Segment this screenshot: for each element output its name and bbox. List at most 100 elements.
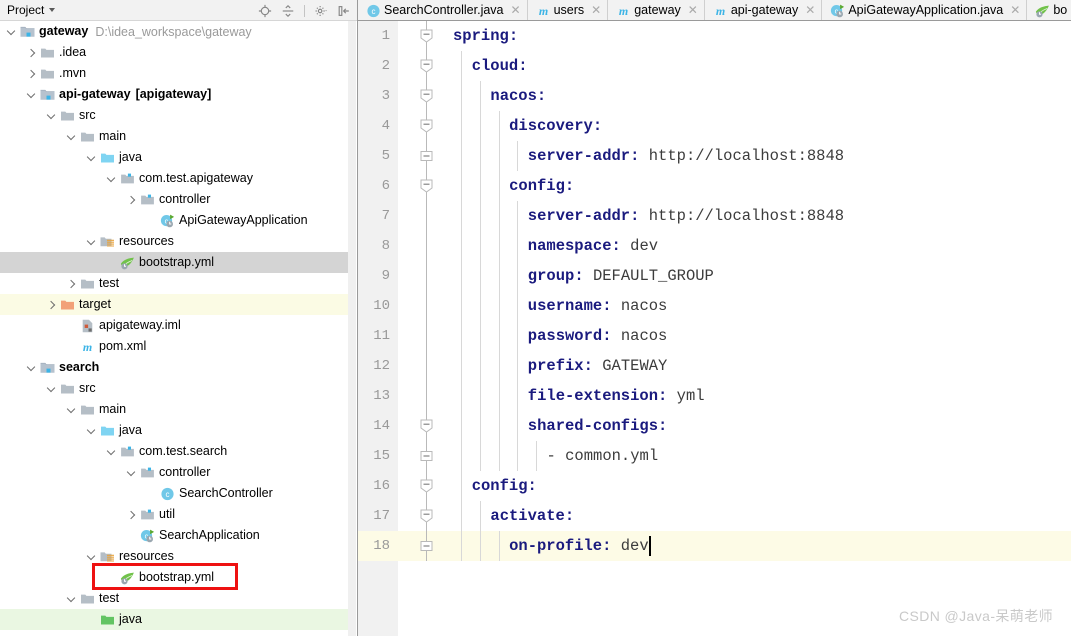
code-line[interactable]: prefix: GATEWAY — [439, 351, 1071, 381]
locate-target-icon[interactable] — [258, 4, 272, 18]
fold-row[interactable] — [398, 471, 439, 501]
tree-node--mvn[interactable]: .mvn — [0, 63, 349, 84]
fold-row[interactable] — [398, 201, 439, 231]
tree-node-controller[interactable]: controller — [0, 462, 349, 483]
editor-tab-api-gateway[interactable]: mapi-gateway✕ — [705, 0, 822, 20]
fold-row[interactable] — [398, 231, 439, 261]
fold-row[interactable] — [398, 501, 439, 531]
close-icon[interactable]: ✕ — [688, 4, 698, 16]
code-line[interactable]: - common.yml — [439, 441, 1071, 471]
chevron-down-icon[interactable] — [65, 403, 78, 416]
tree-node-src[interactable]: src — [0, 105, 349, 126]
fold-collapse-icon[interactable] — [420, 479, 433, 493]
chevron-down-icon[interactable] — [45, 382, 58, 395]
tree-node-api-gateway[interactable]: api-gateway[apigateway] — [0, 84, 349, 105]
chevron-down-icon[interactable] — [5, 25, 18, 38]
close-icon[interactable]: ✕ — [1010, 4, 1020, 16]
code-line[interactable]: group: DEFAULT_GROUP — [439, 261, 1071, 291]
tree-node-util[interactable]: util — [0, 504, 349, 525]
tree-node-searchcontroller[interactable]: cSearchController — [0, 483, 349, 504]
tree-node-java[interactable]: java — [0, 147, 349, 168]
tree-node-bootstrap-yml[interactable]: bootstrap.yml — [0, 252, 349, 273]
fold-collapse-icon[interactable] — [420, 29, 433, 43]
code-line[interactable]: config: — [439, 171, 1071, 201]
fold-row[interactable] — [398, 531, 439, 561]
chevron-down-icon[interactable] — [65, 592, 78, 605]
close-icon[interactable]: ✕ — [511, 4, 521, 16]
code-line[interactable]: discovery: — [439, 111, 1071, 141]
chevron-right-icon[interactable] — [25, 67, 38, 80]
project-title-dropdown[interactable]: Project — [7, 3, 55, 17]
code-line[interactable]: nacos: — [439, 81, 1071, 111]
fold-collapse-icon[interactable] — [420, 89, 433, 103]
code-line[interactable]: cloud: — [439, 51, 1071, 81]
editor-tab-bo[interactable]: bo — [1027, 0, 1071, 20]
tree-node--idea[interactable]: .idea — [0, 42, 349, 63]
fold-row[interactable] — [398, 111, 439, 141]
code-line[interactable]: server-addr: http://localhost:8848 — [439, 141, 1071, 171]
code-line[interactable]: file-extension: yml — [439, 381, 1071, 411]
tree-node-gateway[interactable]: gatewayD:\idea_workspace\gateway — [0, 21, 349, 42]
tree-node-pom-xml[interactable]: mpom.xml — [0, 336, 349, 357]
chevron-right-icon[interactable] — [45, 298, 58, 311]
fold-collapse-icon[interactable] — [420, 179, 433, 193]
tree-node-java[interactable]: java — [0, 420, 349, 441]
chevron-right-icon[interactable] — [125, 193, 138, 206]
tree-node-controller[interactable]: controller — [0, 189, 349, 210]
code-line[interactable]: server-addr: http://localhost:8848 — [439, 201, 1071, 231]
fold-row[interactable] — [398, 351, 439, 381]
tree-node-searchapplication[interactable]: cSearchApplication — [0, 525, 349, 546]
code-editor[interactable]: 123456789101112131415161718 spring:cloud… — [358, 21, 1071, 636]
tree-node-apigateway-iml[interactable]: apigateway.iml — [0, 315, 349, 336]
fold-collapse-icon[interactable] — [420, 539, 433, 553]
project-tree[interactable]: gatewayD:\idea_workspace\gateway.idea.mv… — [0, 21, 349, 636]
fold-collapse-icon[interactable] — [420, 449, 433, 463]
close-icon[interactable]: ✕ — [805, 4, 815, 16]
chevron-down-icon[interactable] — [45, 109, 58, 122]
code-line[interactable]: username: nacos — [439, 291, 1071, 321]
hide-panel-icon[interactable] — [337, 4, 351, 18]
tree-node-target[interactable]: target — [0, 294, 349, 315]
chevron-down-icon[interactable] — [105, 445, 118, 458]
fold-row[interactable] — [398, 411, 439, 441]
code-line[interactable]: spring: — [439, 21, 1071, 51]
editor-tab-gateway[interactable]: mgateway✕ — [608, 0, 705, 20]
tree-node-main[interactable]: main — [0, 399, 349, 420]
chevron-right-icon[interactable] — [125, 508, 138, 521]
tree-node-resources[interactable]: resources — [0, 546, 349, 567]
chevron-right-icon[interactable] — [25, 46, 38, 59]
code-folding-gutter[interactable] — [398, 21, 439, 636]
fold-row[interactable] — [398, 261, 439, 291]
chevron-down-icon[interactable] — [85, 550, 98, 563]
code-line[interactable]: shared-configs: — [439, 411, 1071, 441]
fold-row[interactable] — [398, 381, 439, 411]
fold-row[interactable] — [398, 21, 439, 51]
code-text[interactable]: spring:cloud:nacos:discovery:server-addr… — [439, 21, 1071, 636]
chevron-down-icon[interactable] — [25, 88, 38, 101]
close-icon[interactable]: ✕ — [591, 4, 601, 16]
collapse-all-icon[interactable] — [281, 4, 295, 18]
chevron-down-icon[interactable] — [85, 151, 98, 164]
chevron-right-icon[interactable] — [65, 277, 78, 290]
fold-collapse-icon[interactable] — [420, 59, 433, 73]
chevron-down-icon[interactable] — [25, 361, 38, 374]
chevron-down-icon[interactable] — [85, 424, 98, 437]
tree-node-java[interactable]: java — [0, 609, 349, 630]
tree-node-main[interactable]: main — [0, 126, 349, 147]
fold-row[interactable] — [398, 291, 439, 321]
project-scrollbar[interactable] — [348, 21, 356, 636]
chevron-down-icon[interactable] — [65, 130, 78, 143]
chevron-down-icon[interactable] — [125, 466, 138, 479]
tree-node-apigatewayapplication[interactable]: cApiGatewayApplication — [0, 210, 349, 231]
tree-node-src[interactable]: src — [0, 378, 349, 399]
fold-row[interactable] — [398, 171, 439, 201]
code-line[interactable]: on-profile: dev — [439, 531, 1071, 561]
fold-collapse-icon[interactable] — [420, 149, 433, 163]
editor-tab-users[interactable]: musers✕ — [528, 0, 609, 20]
fold-row[interactable] — [398, 321, 439, 351]
chevron-down-icon[interactable] — [85, 235, 98, 248]
fold-row[interactable] — [398, 81, 439, 111]
tree-node-search[interactable]: search — [0, 357, 349, 378]
fold-row[interactable] — [398, 141, 439, 171]
tree-node-com-test-apigateway[interactable]: com.test.apigateway — [0, 168, 349, 189]
